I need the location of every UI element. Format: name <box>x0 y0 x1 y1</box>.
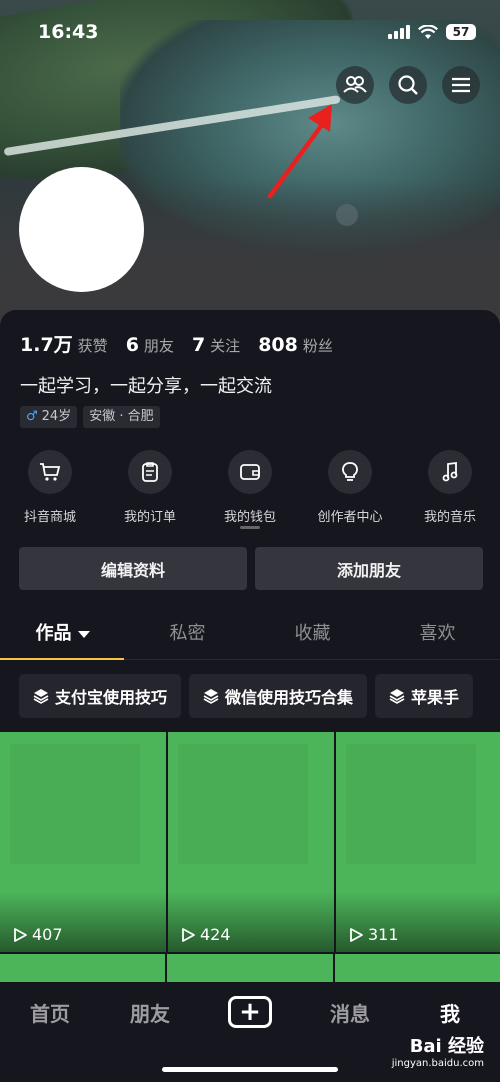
collection-item[interactable]: 支付宝使用技巧 <box>19 674 182 718</box>
tab-likes[interactable]: 喜欢 <box>375 610 500 659</box>
watermark: Bai 经验 jingyan.baidu.com <box>391 1036 484 1069</box>
add-friend-button[interactable]: 添加朋友 <box>255 547 483 590</box>
nav-home[interactable]: 首页 <box>0 998 100 1027</box>
search-button[interactable] <box>389 66 427 104</box>
stat-likes[interactable]: 1.7万 获赞 <box>20 330 108 357</box>
menu-button[interactable] <box>442 66 480 104</box>
video-thumbnail[interactable]: 424 <box>168 732 334 952</box>
tab-private[interactable]: 私密 <box>125 610 250 659</box>
cover-dot <box>336 204 358 226</box>
collection-item[interactable]: 苹果手 <box>375 674 474 718</box>
stack-icon <box>33 689 49 704</box>
status-time: 16:43 <box>38 21 99 43</box>
friends-button[interactable] <box>336 66 374 104</box>
tab-favorites[interactable]: 收藏 <box>250 610 375 659</box>
annotation-arrow <box>267 104 332 199</box>
video-grid-next-row <box>0 954 500 984</box>
video-thumbnail[interactable] <box>0 954 166 984</box>
nav-messages[interactable]: 消息 <box>300 998 400 1027</box>
cart-icon <box>28 450 72 494</box>
play-icon <box>350 927 363 942</box>
order-icon <box>128 450 172 494</box>
nav-me[interactable]: 我 <box>400 998 500 1027</box>
view-count: 424 <box>180 925 231 944</box>
location-tag: 安徽 · 合肥 <box>83 406 160 428</box>
profile-bio[interactable]: 一起学习，一起分享，一起交流 <box>20 372 272 398</box>
caret-down-icon <box>77 630 90 638</box>
video-thumbnail[interactable]: 311 <box>336 732 500 952</box>
video-grid: 407 424 311 <box>0 732 500 952</box>
nav-create[interactable]: + <box>200 996 300 1028</box>
video-thumbnail[interactable] <box>334 954 500 984</box>
stat-friends[interactable]: 6 朋友 <box>126 334 174 356</box>
play-icon <box>182 927 195 942</box>
menu-icon <box>452 77 470 93</box>
play-icon <box>14 927 27 942</box>
content-tabs: 作品 私密 收藏 喜欢 <box>0 610 500 660</box>
home-indicator[interactable] <box>162 1067 338 1072</box>
stat-following[interactable]: 7 关注 <box>192 334 240 356</box>
nav-friends[interactable]: 朋友 <box>100 998 200 1027</box>
tab-works[interactable]: 作品 <box>0 610 125 660</box>
plus-icon: + <box>228 996 272 1028</box>
view-count: 311 <box>348 925 399 944</box>
shortcut-row: 抖音商城 我的订单 我的钱包 创作者中心 我的音乐 <box>0 450 500 525</box>
music-icon <box>428 450 472 494</box>
stack-icon <box>203 689 219 704</box>
signal-icon <box>388 25 410 39</box>
stack-icon <box>389 689 405 704</box>
shortcut-creator[interactable]: 创作者中心 <box>300 450 400 525</box>
people-icon <box>343 76 367 93</box>
shortcut-wallet[interactable]: 我的钱包 <box>200 450 300 525</box>
shortcut-orders[interactable]: 我的订单 <box>100 450 200 525</box>
collection-item[interactable]: 微信使用技巧合集 <box>189 674 368 718</box>
collection-row: 支付宝使用技巧 微信使用技巧合集 苹果手 <box>19 674 500 718</box>
profile-tags: ♂ 24岁 安徽 · 合肥 <box>20 406 160 428</box>
avatar[interactable] <box>19 167 144 292</box>
video-thumbnail[interactable]: 407 <box>0 732 166 952</box>
status-bar: 16:43 57 <box>0 14 500 50</box>
video-thumbnail[interactable] <box>167 954 333 984</box>
bulb-icon <box>328 450 372 494</box>
edit-profile-button[interactable]: 编辑资料 <box>19 547 247 590</box>
profile-stats: 1.7万 获赞 6 朋友 7 关注 808 粉丝 <box>20 330 333 357</box>
status-icons: 57 <box>388 24 476 40</box>
view-count: 407 <box>12 925 63 944</box>
wallet-icon <box>228 450 272 494</box>
bottom-nav: 首页 朋友 + 消息 我 Bai 经验 jingyan.baidu.com <box>0 982 500 1082</box>
profile-panel: 1.7万 获赞 6 朋友 7 关注 808 粉丝 一起学习，一起分享，一起交流 ♂ 24岁… <box>0 310 500 984</box>
search-icon <box>398 75 418 95</box>
battery-icon: 57 <box>446 24 476 40</box>
shortcut-music[interactable]: 我的音乐 <box>400 450 500 525</box>
shortcut-pager <box>240 526 260 529</box>
profile-actions: 编辑资料 添加朋友 <box>19 547 483 590</box>
male-icon: ♂ <box>26 409 38 424</box>
age-tag: ♂ 24岁 <box>20 406 78 428</box>
shortcut-mall[interactable]: 抖音商城 <box>0 450 100 525</box>
stat-followers[interactable]: 808 粉丝 <box>258 334 333 356</box>
wifi-icon <box>418 24 438 39</box>
